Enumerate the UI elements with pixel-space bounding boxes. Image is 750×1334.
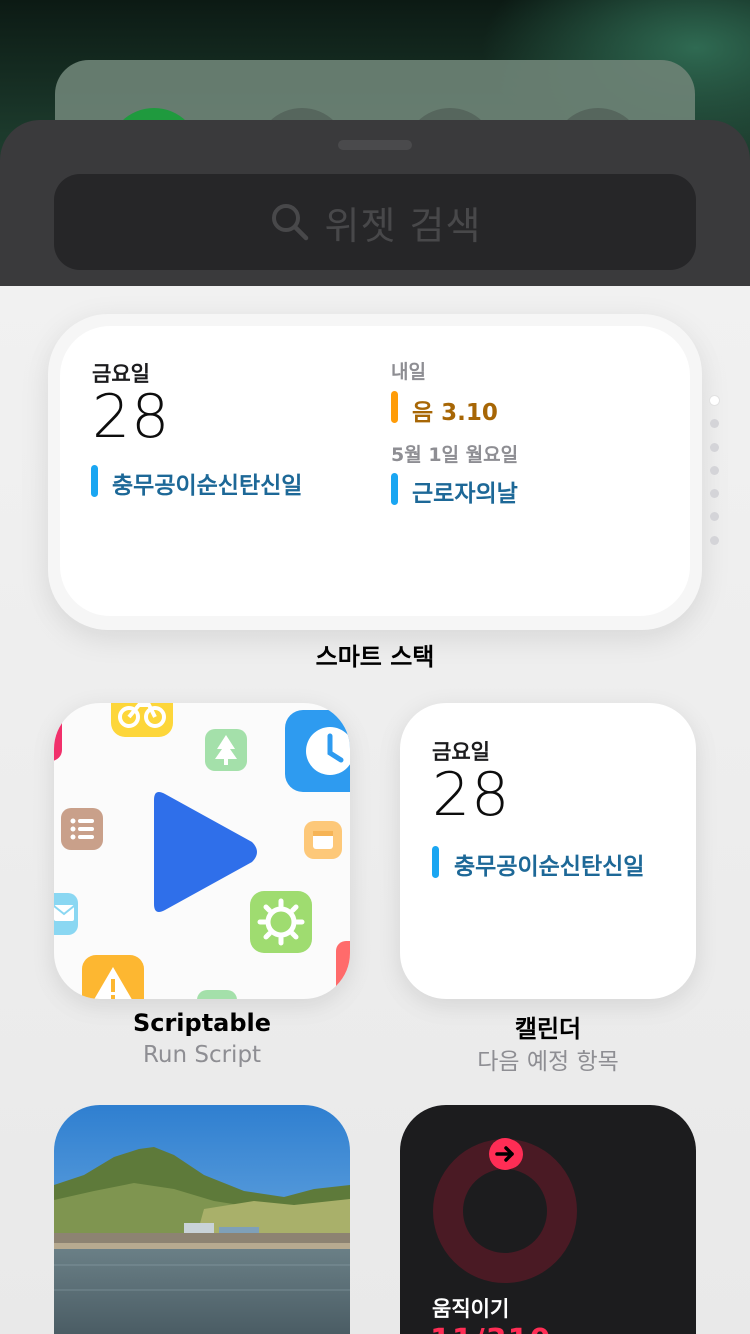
widget-title: Scriptable xyxy=(132,1009,272,1037)
stack-page-indicator[interactable] xyxy=(710,396,720,559)
search-icon xyxy=(269,201,311,243)
search-input[interactable]: 위젯 검색 xyxy=(54,174,696,270)
day-number: 28 xyxy=(92,382,171,452)
widget-subtitle: Run Script xyxy=(142,1042,262,1068)
mail-icon xyxy=(54,893,78,935)
tree-icon xyxy=(205,729,247,771)
arrow-right-icon xyxy=(489,1138,521,1170)
photos-widget[interactable] xyxy=(54,1105,350,1334)
page-dot xyxy=(710,535,719,545)
page-dot xyxy=(710,419,719,429)
activity-label: 움직이기 xyxy=(432,1297,510,1321)
upcoming-header: 5월 1일 월요일 xyxy=(391,444,519,466)
event-title: 충무공이순신탄신일 xyxy=(454,854,645,880)
upcoming-event: 근로자의날 xyxy=(412,481,518,507)
event-color-bar xyxy=(391,473,398,505)
event-color-bar xyxy=(391,391,398,423)
scriptable-widget[interactable] xyxy=(54,703,350,999)
play-icon xyxy=(154,792,257,912)
upcoming-event: 음 3.10 xyxy=(412,400,498,426)
app-icon xyxy=(54,703,62,761)
day-number: 28 xyxy=(432,760,511,830)
smart-stack-label: 스마트 스택 xyxy=(315,643,435,671)
app-icon xyxy=(197,990,237,999)
page-dot xyxy=(710,465,719,475)
activity-widget[interactable]: 움직이기 11/310 xyxy=(400,1105,696,1334)
page-dot xyxy=(710,512,719,522)
page-dot xyxy=(710,442,719,452)
app-icon xyxy=(336,941,350,999)
widget-subtitle: 다음 예정 항목 xyxy=(477,1049,619,1075)
event-color-bar xyxy=(91,465,98,497)
clock-icon xyxy=(285,710,350,792)
widget-title: 캘린더 xyxy=(514,1015,582,1043)
event-color-bar xyxy=(432,846,439,878)
activity-value: 11/310 xyxy=(430,1323,551,1334)
calendar-widget[interactable]: 금요일 28 충무공이순신탄신일 xyxy=(400,703,696,999)
list-icon xyxy=(61,808,103,850)
sheet-grabber[interactable] xyxy=(338,140,412,150)
landscape-photo xyxy=(54,1105,350,1334)
calendar-icon xyxy=(304,821,342,859)
bike-icon xyxy=(111,703,173,737)
page-dot xyxy=(710,396,719,405)
event-title: 충무공이순신탄신일 xyxy=(112,473,303,499)
warning-icon xyxy=(82,955,144,999)
page-dot xyxy=(710,489,719,499)
upcoming-header: 내일 xyxy=(391,361,426,383)
search-placeholder: 위젯 검색 xyxy=(324,203,482,248)
